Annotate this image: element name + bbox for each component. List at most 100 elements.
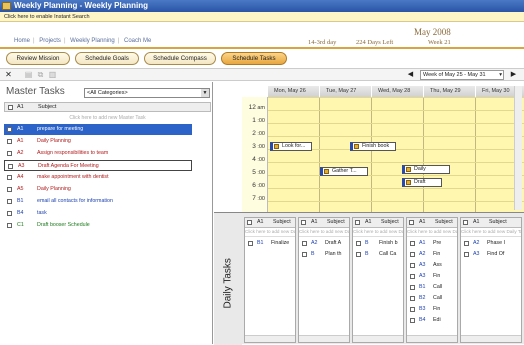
task-subject: Draft A <box>325 240 342 246</box>
task-checkbox[interactable] <box>410 296 415 301</box>
time-label: 5 :00 <box>252 169 265 176</box>
day-column[interactable] <box>320 97 372 212</box>
task-checkbox[interactable] <box>410 263 415 268</box>
add-daily-task[interactable]: Click here to add new Daily Task <box>353 229 403 237</box>
master-task-row[interactable]: A5 Daily Planning <box>4 184 192 195</box>
daily-task-row[interactable]: B1 Call <box>407 282 457 292</box>
daily-task-row[interactable]: A1 Pre <box>407 238 457 248</box>
tab-schedule-compass[interactable]: Schedule Compass <box>144 52 216 65</box>
calendar-appointment[interactable]: Gather T... <box>320 167 368 176</box>
day-header[interactable]: Wed, May 28 <box>372 86 424 97</box>
master-task-row[interactable]: B1 email all contacts for information <box>4 196 192 207</box>
day-header[interactable]: Thu, May 29 <box>424 86 476 97</box>
task-checkbox[interactable] <box>7 211 12 216</box>
add-daily-task[interactable]: Click here to add new Daily Task <box>461 229 521 237</box>
task-checkbox[interactable] <box>356 252 361 257</box>
master-task-row[interactable]: B4 task <box>4 208 192 219</box>
daily-task-row[interactable]: B Call Ca <box>353 249 403 259</box>
nav-weekly-planning[interactable]: Weekly Planning <box>70 38 115 44</box>
task-checkbox[interactable] <box>7 199 12 204</box>
day-header[interactable]: Tue, May 27 <box>320 86 372 97</box>
day-column[interactable] <box>372 97 424 212</box>
tab-schedule-goals[interactable]: Schedule Goals <box>75 52 139 65</box>
prev-week-icon[interactable]: ◀ <box>406 70 415 79</box>
daily-task-row[interactable]: B1 Finalize <box>245 238 295 248</box>
master-task-row[interactable]: A1 prepare for meeting <box>4 124 192 135</box>
chevron-down-icon[interactable]: ▼ <box>201 89 209 97</box>
horizontal-scrollbar[interactable] <box>353 335 403 342</box>
nav-projects[interactable]: Projects <box>39 38 61 44</box>
task-priority: A2 <box>473 240 480 246</box>
master-task-row[interactable]: A3 Draft Agenda For Meeting <box>4 160 192 171</box>
day-column[interactable] <box>268 97 320 212</box>
task-checkbox[interactable] <box>410 252 415 257</box>
add-master-task[interactable]: Click here to add new Master Task <box>4 113 211 123</box>
calendar-appointment[interactable]: Look for... <box>270 142 312 151</box>
daily-task-row[interactable]: A2 Phase I <box>461 238 521 248</box>
task-checkbox[interactable] <box>356 241 361 246</box>
calendar-scrollbar[interactable] <box>514 86 522 210</box>
master-task-row[interactable]: C1 Draft booser Schedule <box>4 220 192 231</box>
task-checkbox[interactable] <box>7 187 12 192</box>
daily-task-row[interactable]: A3 Fin <box>407 271 457 281</box>
close-icon[interactable]: ✕ <box>4 70 13 79</box>
task-checkbox[interactable] <box>248 241 253 246</box>
daily-task-row[interactable]: A2 Draft A <box>299 238 349 248</box>
task-subject: Draft Agenda For Meeting <box>38 163 99 169</box>
daily-task-row[interactable]: A2 Fin <box>407 249 457 259</box>
day-header[interactable]: Mon, May 26 <box>268 86 320 97</box>
task-checkbox[interactable] <box>410 307 415 312</box>
task-subject: Fin <box>433 251 441 257</box>
week-selector[interactable]: Week of May 25 - May 31 ▾ <box>420 70 504 80</box>
add-daily-task[interactable]: Click here to add new Daily Task <box>407 229 457 237</box>
nav-coach-me[interactable]: Coach Me <box>124 38 151 44</box>
checkbox-header[interactable] <box>8 105 13 110</box>
task-checkbox[interactable] <box>410 318 415 323</box>
tab-review-mission[interactable]: Review Mission <box>6 52 70 65</box>
task-subject: Fin <box>433 306 441 312</box>
horizontal-scrollbar[interactable] <box>299 335 349 342</box>
daily-task-row[interactable]: A3 Ass <box>407 260 457 270</box>
category-select[interactable]: <All Categories> ▼ <box>84 88 210 98</box>
tab-schedule-tasks[interactable]: Schedule Tasks <box>221 52 287 65</box>
task-checkbox[interactable] <box>7 139 12 144</box>
task-checkbox[interactable] <box>7 151 12 156</box>
print-icon[interactable]: ▤ <box>24 70 33 79</box>
task-checkbox[interactable] <box>7 223 12 228</box>
task-checkbox[interactable] <box>302 252 307 257</box>
paste-icon[interactable]: ▥ <box>48 70 57 79</box>
calendar-appointment[interactable]: Draft <box>402 178 442 187</box>
task-checkbox[interactable] <box>7 127 12 132</box>
nav-home[interactable]: Home <box>14 38 30 44</box>
task-checkbox[interactable] <box>8 164 13 169</box>
task-checkbox[interactable] <box>464 252 469 257</box>
horizontal-scrollbar[interactable] <box>407 335 457 342</box>
master-task-row[interactable]: A4 make appointment with dentist <box>4 172 192 183</box>
add-daily-task[interactable]: Click here to add new Daily Task <box>299 229 349 237</box>
instant-search-bar[interactable]: Click here to enable Instant Search <box>0 12 524 22</box>
horizontal-scrollbar[interactable] <box>245 335 295 342</box>
daily-task-row[interactable]: B Plan th <box>299 249 349 259</box>
daily-task-row[interactable]: B4 Edi <box>407 315 457 325</box>
daily-task-row[interactable]: B2 Call <box>407 293 457 303</box>
task-checkbox[interactable] <box>410 285 415 290</box>
day-column[interactable] <box>424 97 476 212</box>
calendar-appointment[interactable]: Daily <box>402 165 450 174</box>
task-checkbox[interactable] <box>7 175 12 180</box>
daily-task-row[interactable]: A3 Find Of <box>461 249 521 259</box>
daily-task-row[interactable]: B3 Fin <box>407 304 457 314</box>
horizontal-scrollbar[interactable] <box>461 335 521 342</box>
copy-icon[interactable]: ⧉ <box>36 70 45 79</box>
task-checkbox[interactable] <box>302 241 307 246</box>
add-daily-task[interactable]: Click here to add new Daily Task <box>245 229 295 237</box>
next-week-icon[interactable]: ▶ <box>509 70 518 79</box>
daily-task-row[interactable]: B Finish b <box>353 238 403 248</box>
col-subject[interactable]: Subject <box>38 103 56 111</box>
calendar-appointment[interactable]: Finish book <box>350 142 396 151</box>
master-task-row[interactable]: A1 Daily Planning <box>4 136 192 147</box>
task-checkbox[interactable] <box>464 241 469 246</box>
master-task-row[interactable]: A2 Assign responsibilities to team <box>4 148 192 159</box>
task-checkbox[interactable] <box>410 241 415 246</box>
col-priority[interactable]: A1 <box>17 103 24 111</box>
task-checkbox[interactable] <box>410 274 415 279</box>
